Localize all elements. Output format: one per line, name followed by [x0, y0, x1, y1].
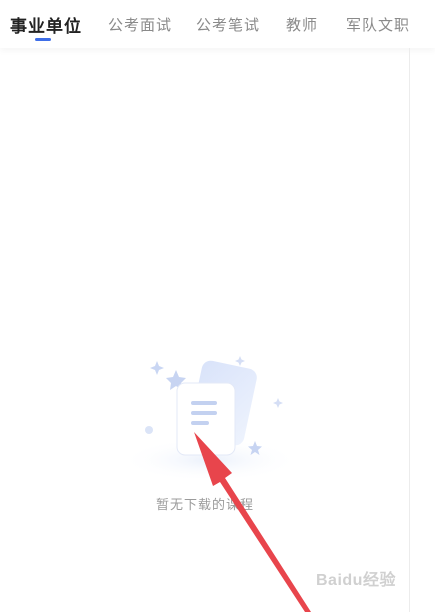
right-divider	[409, 48, 410, 612]
tab-bar-fade	[405, 0, 435, 48]
tab-military-civilian[interactable]: 军队文职	[346, 14, 410, 35]
active-tab-indicator	[35, 38, 51, 41]
tab-civil-written[interactable]: 公考笔试	[196, 14, 260, 35]
red-arrow-annotation	[194, 432, 311, 612]
tab-teacher[interactable]: 教师	[286, 14, 318, 35]
tab-public-institution[interactable]: 事业单位	[10, 12, 82, 37]
tab-civil-interview[interactable]: 公考面试	[108, 14, 172, 35]
category-tab-bar: 事业单位 公考面试 公考笔试 教师 军队文职	[0, 0, 435, 48]
download-courses-screen: 事业单位 公考面试 公考笔试 教师 军队文职 暂无下载的课程 Baidu经验	[0, 0, 435, 612]
baidu-watermark: Baidu经验	[316, 572, 396, 589]
empty-state-message: 暂无下载的课程	[155, 498, 254, 513]
document-icon	[120, 356, 300, 478]
